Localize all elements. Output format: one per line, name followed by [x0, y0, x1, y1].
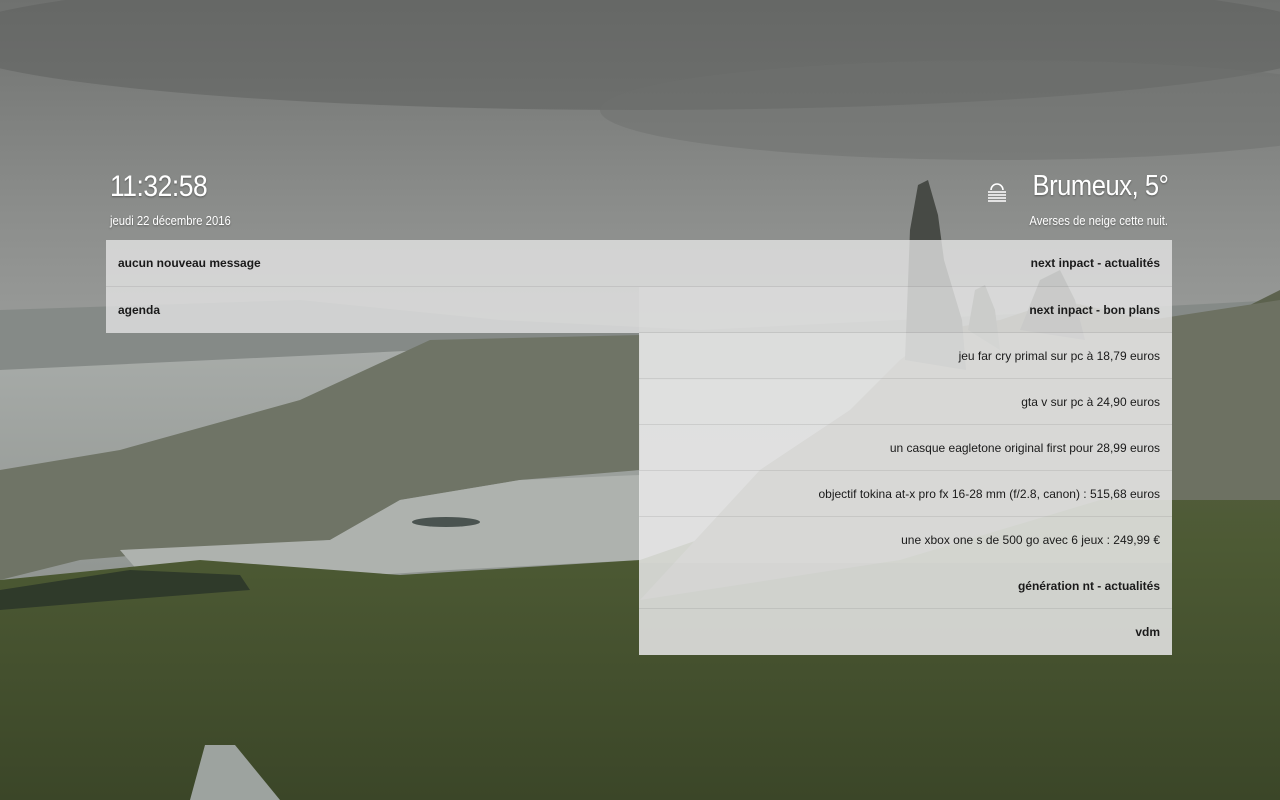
weather-widget: Brumeux, 5° [986, 170, 1168, 203]
list-item[interactable]: un casque eagletone original first pour … [639, 425, 1172, 471]
clock-time: 11:32:58 [110, 170, 208, 203]
feed-generation-nt[interactable]: génération nt - actualités [639, 563, 1172, 609]
weather-forecast: Averses de neige cette nuit. [1029, 214, 1168, 228]
weather-summary: Brumeux, 5° [1032, 170, 1168, 202]
top-bar: aucun nouveau message next inpact - actu… [106, 240, 1172, 287]
feed-panel: next inpact - bon plans jeu far cry prim… [639, 287, 1172, 655]
fog-icon [987, 182, 1006, 202]
deal-text: gta v sur pc à 24,90 euros [1021, 394, 1160, 409]
deal-text: jeu far cry primal sur pc à 18,79 euros [958, 348, 1160, 363]
messages-item[interactable]: aucun nouveau message [118, 256, 261, 270]
feeds-tail: génération nt - actualités vdm [639, 563, 1172, 655]
feed-title: next inpact - bon plans [1029, 302, 1160, 317]
agenda-label: agenda [118, 303, 161, 317]
feed-nextinpact-news[interactable]: next inpact - actualités [1031, 256, 1160, 270]
deal-text: objectif tokina at-x pro fx 16-28 mm (f/… [818, 486, 1160, 501]
deals-list: jeu far cry primal sur pc à 18,79 euros … [639, 333, 1172, 563]
list-item[interactable]: objectif tokina at-x pro fx 16-28 mm (f/… [639, 471, 1172, 517]
feed-nextinpact-deals[interactable]: next inpact - bon plans [639, 287, 1172, 333]
agenda-item[interactable]: agenda [106, 287, 639, 333]
deal-text: une xbox one s de 500 go avec 6 jeux : 2… [901, 533, 1160, 547]
feed-vdm[interactable]: vdm [639, 609, 1172, 655]
clock-date: jeudi 22 décembre 2016 [110, 214, 231, 228]
list-item[interactable]: gta v sur pc à 24,90 euros [639, 379, 1172, 425]
feed-title: génération nt - actualités [1017, 578, 1160, 593]
list-item[interactable]: une xbox one s de 500 go avec 6 jeux : 2… [639, 517, 1172, 563]
list-item[interactable]: jeu far cry primal sur pc à 18,79 euros [639, 333, 1172, 379]
deal-text: un casque eagletone original first pour … [889, 440, 1160, 455]
feed-title: vdm [1135, 625, 1160, 639]
